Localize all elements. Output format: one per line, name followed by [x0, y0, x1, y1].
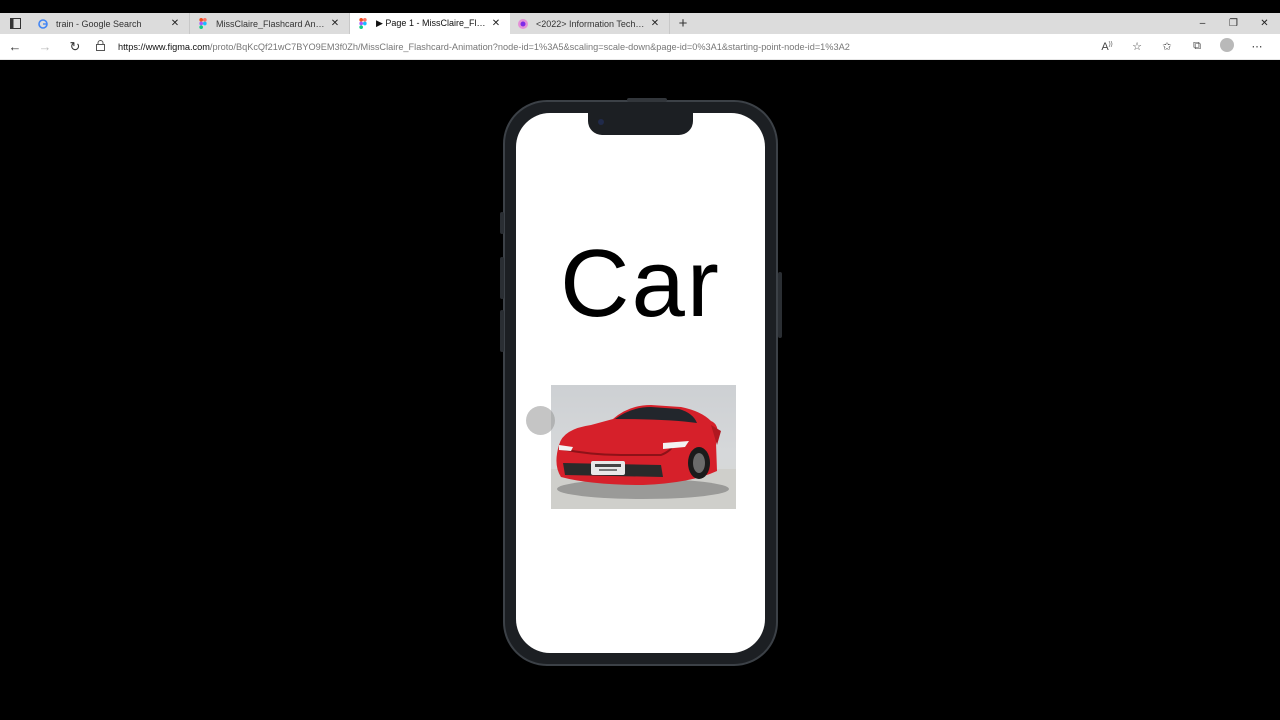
speaker-grille — [627, 98, 667, 102]
back-button[interactable]: ← — [0, 39, 30, 54]
tab-actions-button[interactable] — [0, 13, 30, 34]
restore-button[interactable]: ❐ — [1218, 13, 1249, 34]
reload-button[interactable]: ↻ — [60, 39, 90, 55]
phone-frame: Car — [500, 98, 782, 666]
phone-notch — [588, 113, 693, 135]
lock-icon[interactable] — [96, 38, 108, 56]
profile-icon[interactable] — [1212, 38, 1242, 55]
volume-up-button — [500, 257, 504, 299]
camera-icon — [598, 119, 604, 125]
flashcard-screen[interactable]: Car — [516, 113, 765, 653]
toolbar-icons: A)) ☆ ✩ ⧉ ⋯ — [1092, 38, 1272, 55]
url-path: /proto/BqKcQf21wC7BYO9EM3f0Zh/MissClaire… — [209, 41, 850, 52]
url-text: https://www.figma.com/proto/BqKcQf21wC7B… — [118, 42, 850, 52]
browser-address-bar: ← → ↻ https://www.figma.com/proto/BqKcQf… — [0, 34, 1280, 60]
tab-figma-file[interactable]: MissClaire_Flashcard Animation – Figma ✕ — [190, 13, 350, 34]
new-tab-button[interactable]: + — [670, 15, 696, 32]
canva-icon — [518, 18, 528, 29]
favorites-icon[interactable]: ✩ — [1152, 40, 1182, 53]
figma-icon — [358, 18, 368, 29]
close-tab-icon[interactable]: ✕ — [169, 18, 181, 29]
tab-actions-icon — [9, 18, 21, 29]
url-field[interactable]: https://www.figma.com/proto/BqKcQf21wC7B… — [96, 34, 1092, 60]
favorite-add-icon[interactable]: ☆ — [1122, 40, 1152, 53]
power-button — [778, 272, 782, 338]
top-black-band — [0, 0, 1280, 13]
red-sports-car-illustration — [551, 405, 736, 509]
figma-icon — [198, 18, 208, 29]
close-window-button[interactable]: ✕ — [1249, 13, 1280, 34]
volume-down-button — [500, 310, 504, 352]
url-domain: https://www.figma.com — [118, 41, 210, 52]
google-icon — [38, 18, 48, 29]
browser-tab-bar: train - Google Search ✕ MissClaire_Flash… — [0, 13, 1280, 34]
tab-google-search[interactable]: train - Google Search ✕ — [30, 13, 190, 34]
tab-title: MissClaire_Flashcard Animation – Figma — [216, 18, 325, 29]
minimize-button[interactable]: – — [1187, 13, 1218, 34]
tab-title: train - Google Search — [56, 18, 142, 29]
more-icon[interactable]: ⋯ — [1242, 40, 1272, 53]
tab-title: <2022> Information Technology — [536, 18, 645, 29]
flashcard-word: Car — [560, 230, 721, 337]
read-aloud-icon[interactable]: A)) — [1092, 41, 1122, 53]
tab-figma-prototype[interactable]: ▶ Page 1 - MissClaire_Flashcard ✕ — [350, 13, 510, 34]
car-image[interactable] — [551, 385, 736, 509]
tap-cursor-indicator — [526, 406, 555, 435]
close-tab-icon[interactable]: ✕ — [490, 18, 502, 29]
window-controls: – ❐ ✕ — [1187, 13, 1280, 34]
forward-button[interactable]: → — [30, 39, 60, 54]
tab-canva[interactable]: <2022> Information Technology ✕ — [510, 13, 670, 34]
mute-switch — [500, 212, 504, 234]
tab-title: ▶ Page 1 - MissClaire_Flashcard — [376, 18, 486, 28]
avatar — [1220, 38, 1234, 52]
collections-icon[interactable]: ⧉ — [1182, 40, 1212, 53]
close-tab-icon[interactable]: ✕ — [329, 18, 341, 29]
close-tab-icon[interactable]: ✕ — [649, 18, 661, 29]
